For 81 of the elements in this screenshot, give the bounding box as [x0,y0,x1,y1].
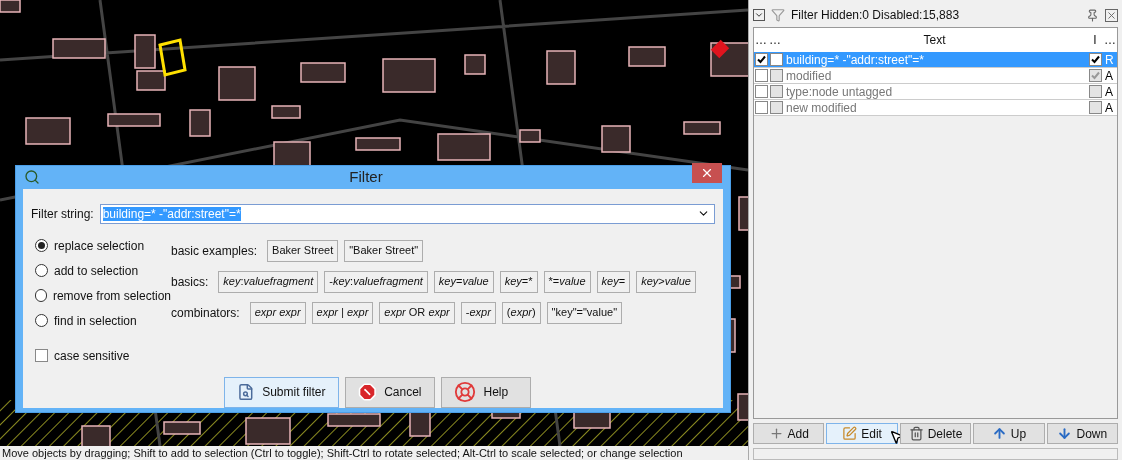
example-button[interactable]: *=value [543,270,591,293]
trash-icon [908,426,924,441]
inverted-checkbox[interactable] [1088,85,1102,98]
enabled-checkbox[interactable] [755,85,768,98]
radio-label: replace selection [54,237,145,255]
filter-text: new modified [785,99,858,117]
example-button[interactable]: key=value [433,270,494,293]
lifebuoy-icon [453,381,476,403]
dialog-title: Filter [348,167,384,187]
radio-button[interactable] [35,264,48,277]
help-button[interactable]: Help [440,376,531,408]
cancel-icon [357,381,377,403]
hiding-checkbox[interactable] [770,69,783,82]
edit-button[interactable]: Edit [826,423,898,444]
radio-button[interactable] [35,314,48,327]
radio-label: remove from selection [52,287,171,305]
radio-label: add to selection [54,262,139,280]
edit-icon [842,426,858,441]
example-group-label: combinators: [171,304,240,322]
mode-letter: A [1104,99,1114,117]
status-text: Move objects by dragging; Shift to add to selection (Ctrl to toggle); Shift-Ctrl to rotate selected; Alt-Ctrl to scale selected; or change selection [1,446,684,460]
example-group-label: basic examples: [171,242,258,260]
hiding-checkbox[interactable] [770,53,783,66]
column-header[interactable]: Text [782,31,1087,49]
example-button[interactable]: expr | expr [311,301,374,324]
filter-text: modified [785,67,833,85]
filter-text: type:node untagged [785,83,894,101]
pin-icon[interactable] [1086,8,1099,22]
example-button[interactable]: key=* [499,270,538,293]
inverted-checkbox[interactable] [1088,101,1102,114]
example-button[interactable]: -expr [460,301,496,324]
enabled-checkbox[interactable] [755,101,768,114]
mode-letter: A [1104,83,1114,101]
example-button[interactable]: expr OR expr [379,301,455,324]
enabled-checkbox[interactable] [755,69,768,82]
filter-row[interactable]: modified A [754,68,1117,84]
example-button[interactable]: (expr) [501,301,541,324]
case-sensitive-label: case sensitive [54,347,130,365]
radio-label: find in selection [54,312,137,330]
submit-button[interactable]: Submit filter [223,376,339,408]
example-button[interactable]: -key:valuefragment [324,270,428,293]
down-button[interactable]: Down [1046,423,1119,444]
example-button[interactable]: "key"="value" [546,301,623,324]
column-header[interactable]: … [754,31,768,49]
example-button[interactable]: key= [596,270,631,293]
example-button[interactable]: key:valuefragment [218,270,319,293]
filter-row[interactable]: new modified A [754,100,1117,116]
example-button[interactable]: key>value [636,270,696,293]
example-button[interactable]: "Baker Street" [344,239,424,262]
panel-title: Filter Hidden:0 Disabled:15,883 [791,7,961,24]
radio-button[interactable] [35,289,47,302]
example-button[interactable]: expr expr [249,301,306,324]
radio-button[interactable] [35,239,48,252]
enabled-checkbox[interactable] [755,53,768,66]
search-map-icon [24,169,40,186]
close-panel-icon[interactable] [1105,8,1118,22]
column-header[interactable]: I [1087,31,1103,49]
plus-icon [768,426,784,441]
magnifier-document-icon [236,381,255,403]
column-header[interactable]: … [768,31,782,49]
funnel-icon [771,8,785,22]
mode-letter: R [1104,51,1115,69]
example-button[interactable]: Baker Street [267,239,339,262]
column-header[interactable]: … [1103,31,1117,49]
filter-string-label: Filter string: [31,205,94,223]
hiding-checkbox[interactable] [770,85,783,98]
delete-button[interactable]: Delete [899,423,972,444]
close-button[interactable] [692,163,722,184]
add-button[interactable]: Add [753,423,825,444]
collapse-icon[interactable] [753,9,765,21]
example-group-label: basics: [171,273,209,291]
mode-letter: A [1104,67,1114,85]
cancel-button[interactable]: Cancel [344,376,435,408]
case-sensitive-checkbox[interactable] [35,349,48,362]
inverted-checkbox[interactable] [1088,69,1102,82]
filter-text: building=* -"addr:street"=* [785,51,925,69]
inverted-checkbox[interactable] [1088,53,1102,66]
down-arrow-icon [1057,426,1073,441]
filter-row[interactable]: type:node untagged A [754,84,1117,100]
hiding-checkbox[interactable] [770,101,783,114]
up-button[interactable]: Up [973,423,1045,444]
